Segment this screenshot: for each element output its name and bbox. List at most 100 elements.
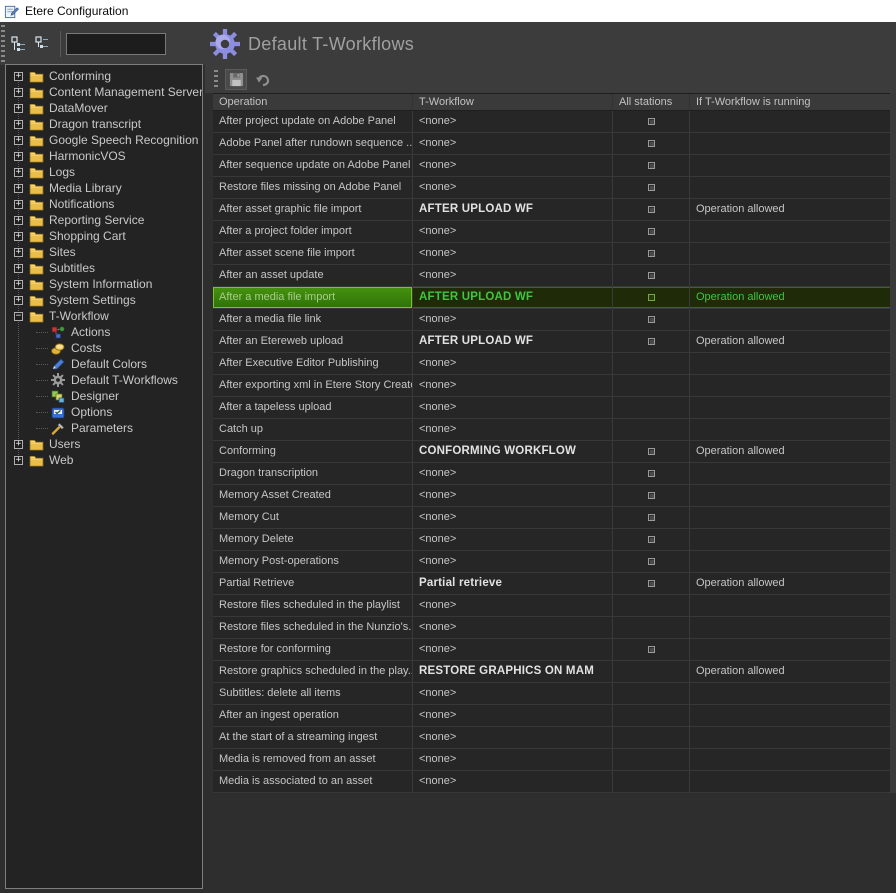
table-row[interactable]: Memory Asset Created <none>: [213, 485, 896, 507]
cell-operation[interactable]: After a project folder import: [213, 221, 413, 242]
cell-all-stations[interactable]: [613, 661, 690, 682]
cell-if-running[interactable]: [690, 111, 896, 132]
cell-operation[interactable]: Adobe Panel after rundown sequence ...: [213, 133, 413, 154]
table-row[interactable]: After a media file link <none>: [213, 309, 896, 331]
tree-expander-icon[interactable]: +: [14, 184, 23, 193]
tree-expander-icon[interactable]: +: [14, 232, 23, 241]
cell-operation[interactable]: Dragon transcription: [213, 463, 413, 484]
table-row[interactable]: Adobe Panel after rundown sequence ... <…: [213, 133, 896, 155]
cell-all-stations[interactable]: [613, 705, 690, 726]
cell-all-stations[interactable]: [613, 111, 690, 132]
cell-if-running[interactable]: [690, 639, 896, 660]
cell-operation[interactable]: Catch up: [213, 419, 413, 440]
tree-item-designer[interactable]: Designer: [6, 388, 202, 404]
cell-tworkflow[interactable]: <none>: [413, 551, 613, 572]
cell-all-stations[interactable]: [613, 595, 690, 616]
tree-item-web[interactable]: + Web: [6, 452, 202, 468]
tree-item-actions[interactable]: Actions: [6, 324, 202, 340]
cell-if-running[interactable]: Operation allowed: [690, 199, 896, 220]
cell-operation[interactable]: Restore graphics scheduled in the play..…: [213, 661, 413, 682]
cell-tworkflow[interactable]: <none>: [413, 485, 613, 506]
tree-expander-icon[interactable]: +: [14, 88, 23, 97]
cell-all-stations[interactable]: [613, 749, 690, 770]
table-row[interactable]: Subtitles: delete all items <none>: [213, 683, 896, 705]
cell-operation[interactable]: Media is associated to an asset: [213, 771, 413, 792]
collapse-tree-icon[interactable]: [31, 32, 55, 56]
cell-if-running[interactable]: Operation allowed: [690, 573, 896, 594]
tree-item-dragon-transcript[interactable]: + Dragon transcript: [6, 116, 202, 132]
cell-if-running[interactable]: [690, 419, 896, 440]
tree-item-logs[interactable]: + Logs: [6, 164, 202, 180]
tree-item-notifications[interactable]: + Notifications: [6, 196, 202, 212]
cell-if-running[interactable]: [690, 353, 896, 374]
tree-item-users[interactable]: + Users: [6, 436, 202, 452]
cell-operation[interactable]: After Executive Editor Publishing: [213, 353, 413, 374]
cell-all-stations[interactable]: [613, 683, 690, 704]
table-row[interactable]: After asset scene file import <none>: [213, 243, 896, 265]
cell-all-stations[interactable]: [613, 485, 690, 506]
table-row[interactable]: Restore graphics scheduled in the play..…: [213, 661, 896, 683]
cell-all-stations[interactable]: [613, 221, 690, 242]
cell-if-running[interactable]: [690, 617, 896, 638]
cell-if-running[interactable]: [690, 375, 896, 396]
all-stations-checkbox[interactable]: [648, 338, 655, 345]
table-row[interactable]: After a tapeless upload <none>: [213, 397, 896, 419]
table-row[interactable]: After Executive Editor Publishing <none>: [213, 353, 896, 375]
table-row[interactable]: Dragon transcription <none>: [213, 463, 896, 485]
cell-if-running[interactable]: [690, 243, 896, 264]
table-row[interactable]: Media is removed from an asset <none>: [213, 749, 896, 771]
tree-expander-icon[interactable]: +: [14, 248, 23, 257]
cell-tworkflow[interactable]: <none>: [413, 221, 613, 242]
cell-operation[interactable]: After a media file import: [213, 287, 413, 308]
scrollbar-track[interactable]: [890, 93, 896, 793]
cell-operation[interactable]: Subtitles: delete all items: [213, 683, 413, 704]
tree-item-costs[interactable]: Costs: [6, 340, 202, 356]
table-row[interactable]: Restore files scheduled in the playlist …: [213, 595, 896, 617]
cell-all-stations[interactable]: [613, 551, 690, 572]
table-row[interactable]: After sequence update on Adobe Panel <no…: [213, 155, 896, 177]
cell-all-stations[interactable]: [613, 155, 690, 176]
table-row[interactable]: After an ingest operation <none>: [213, 705, 896, 727]
cell-tworkflow[interactable]: <none>: [413, 595, 613, 616]
cell-tworkflow[interactable]: <none>: [413, 617, 613, 638]
cell-all-stations[interactable]: [613, 331, 690, 352]
all-stations-checkbox[interactable]: [648, 272, 655, 279]
cell-if-running[interactable]: Operation allowed: [690, 331, 896, 352]
tree-item-parameters[interactable]: Parameters: [6, 420, 202, 436]
tree-expander-icon[interactable]: +: [14, 280, 23, 289]
all-stations-checkbox[interactable]: [648, 118, 655, 125]
column-header-tworkflow[interactable]: T-Workflow: [413, 94, 613, 110]
cell-tworkflow[interactable]: Partial retrieve: [413, 573, 613, 594]
table-row[interactable]: Memory Post-operations <none>: [213, 551, 896, 573]
cell-tworkflow[interactable]: <none>: [413, 309, 613, 330]
cell-if-running[interactable]: [690, 551, 896, 572]
cell-all-stations[interactable]: [613, 397, 690, 418]
cell-all-stations[interactable]: [613, 529, 690, 550]
cell-if-running[interactable]: Operation allowed: [690, 661, 896, 682]
tree-search-input[interactable]: [66, 33, 166, 55]
tree-item-system-information[interactable]: + System Information: [6, 276, 202, 292]
cell-all-stations[interactable]: [613, 177, 690, 198]
tree-expander-icon[interactable]: +: [14, 264, 23, 273]
cell-tworkflow[interactable]: <none>: [413, 507, 613, 528]
cell-if-running[interactable]: [690, 485, 896, 506]
tree-item-google-speech-recognition[interactable]: + Google Speech Recognition: [6, 132, 202, 148]
tree-item-default-colors[interactable]: Default Colors: [6, 356, 202, 372]
cell-if-running[interactable]: [690, 705, 896, 726]
all-stations-checkbox[interactable]: [648, 250, 655, 257]
tree-item-datamover[interactable]: + DataMover: [6, 100, 202, 116]
cell-tworkflow[interactable]: <none>: [413, 177, 613, 198]
cell-all-stations[interactable]: [613, 353, 690, 374]
cell-all-stations[interactable]: [613, 419, 690, 440]
cell-operation[interactable]: After an Etereweb upload: [213, 331, 413, 352]
cell-operation[interactable]: After asset scene file import: [213, 243, 413, 264]
cell-operation[interactable]: Restore files scheduled in the Nunzio's.…: [213, 617, 413, 638]
cell-tworkflow[interactable]: CONFORMING WORKFLOW: [413, 441, 613, 462]
cell-tworkflow[interactable]: <none>: [413, 727, 613, 748]
cell-if-running[interactable]: [690, 155, 896, 176]
all-stations-checkbox[interactable]: [648, 294, 655, 301]
toolbar-grip[interactable]: [1, 25, 5, 62]
table-row[interactable]: After a project folder import <none>: [213, 221, 896, 243]
cell-if-running[interactable]: [690, 507, 896, 528]
cell-all-stations[interactable]: [613, 309, 690, 330]
